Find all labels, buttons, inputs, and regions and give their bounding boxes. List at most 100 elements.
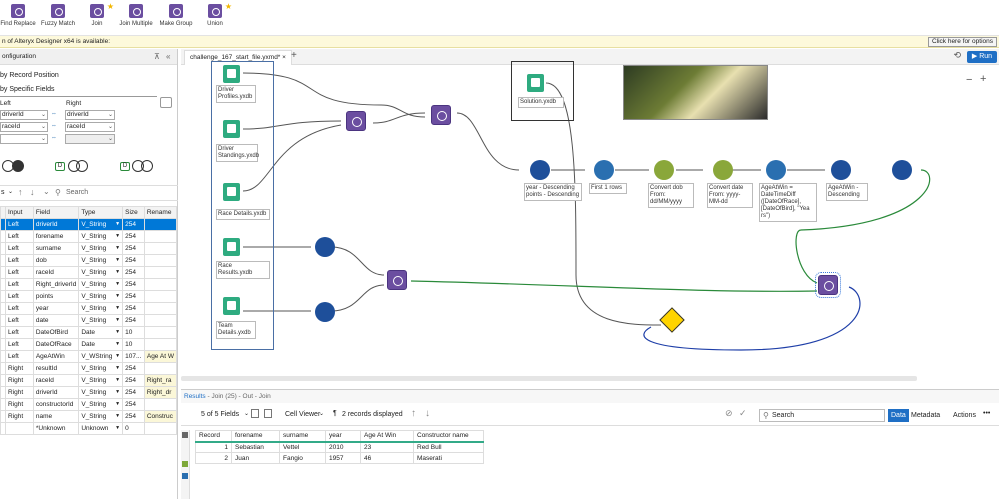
close-panel-icon[interactable]: «	[166, 49, 170, 65]
cell[interactable]: 10	[122, 338, 145, 351]
add-tab-button[interactable]: +	[291, 50, 297, 61]
cell[interactable]: constructorId	[32, 398, 80, 411]
column-header[interactable]: Input	[5, 206, 34, 219]
cell[interactable]: AgeAtWin	[32, 350, 80, 363]
cell[interactable]: Left	[5, 278, 34, 291]
option-specific-fields[interactable]: by Specific Fields	[0, 86, 54, 93]
cell[interactable]: V_String ▼	[78, 398, 124, 411]
cell[interactable]: 254	[122, 218, 145, 231]
cell[interactable]: raceId	[32, 266, 80, 279]
zoom-in-button[interactable]: +	[980, 73, 986, 85]
output-solution[interactable]	[527, 74, 544, 92]
table-row[interactable]: Left date V_String ▼ 254	[0, 314, 178, 327]
pin-icon[interactable]: ⊼	[154, 49, 160, 65]
join-node-selected[interactable]	[815, 272, 841, 298]
check-icon[interactable]: ✓	[739, 408, 747, 419]
cell[interactable]: name	[32, 410, 80, 423]
cell[interactable]	[143, 266, 178, 279]
table-icon[interactable]	[251, 409, 259, 418]
filter-node-1[interactable]	[315, 237, 335, 257]
cell[interactable]: V_String ▼	[78, 290, 124, 303]
table-row[interactable]: Right resultId V_String ▼ 254	[0, 362, 178, 375]
grid-search-input[interactable]: Search	[66, 189, 88, 196]
chevron-down-icon[interactable]: ▼	[115, 401, 120, 407]
cell[interactable]: 23	[360, 441, 414, 453]
cell[interactable]: 254	[122, 254, 145, 267]
cell[interactable]: 254	[122, 362, 145, 375]
column-header[interactable]: Age At Win	[360, 430, 414, 443]
tool-union[interactable]: ★ Union	[192, 2, 238, 27]
cell[interactable]: Fangio	[279, 452, 326, 464]
cell[interactable]: Left	[5, 242, 34, 255]
chevron-down-icon[interactable]: ▼	[115, 293, 120, 299]
table-row[interactable]: Right name V_String ▼ 254 Construc	[0, 410, 178, 423]
formula-node[interactable]	[766, 160, 786, 180]
cell[interactable]: 1957	[325, 452, 361, 464]
chevron-down-icon[interactable]: ▼	[115, 413, 120, 419]
cell[interactable]	[143, 242, 178, 255]
table-row[interactable]: Left DateOfRace Date ▼ 10	[0, 338, 178, 351]
paragraph-icon[interactable]: ¶	[333, 410, 337, 417]
table-row[interactable]: Left AgeAtWin V_WString ▼ 107... Age At W	[0, 350, 178, 363]
move-up-icon[interactable]: ↑	[18, 187, 23, 197]
join-node-2[interactable]	[431, 105, 451, 125]
cell[interactable]: 254	[122, 374, 145, 387]
table-row[interactable]: Left raceId V_String ▼ 254	[0, 266, 178, 279]
cell[interactable]: forename	[32, 230, 80, 243]
chevron-down-icon[interactable]: ▼	[115, 221, 120, 227]
cell[interactable]: Date ▼	[78, 326, 124, 339]
close-icon[interactable]: ×	[282, 54, 286, 61]
cell[interactable]: Left	[5, 290, 34, 303]
cell[interactable]: DateOfRace	[32, 338, 80, 351]
cell[interactable]	[143, 398, 178, 411]
chevron-down-icon[interactable]: ▼	[115, 377, 120, 383]
left-field-select-3[interactable]: ⌄	[0, 134, 48, 144]
cell[interactable]: Red Bull	[413, 441, 484, 453]
cell[interactable]: 107...	[122, 350, 145, 363]
cell[interactable]: 254	[122, 302, 145, 315]
chevron-down-icon[interactable]: ▼	[115, 317, 120, 323]
chevron-down-icon[interactable]: ▼	[115, 269, 120, 275]
cell[interactable]: Age At W	[143, 350, 178, 363]
column-header[interactable]: surname	[279, 430, 326, 443]
fields-menu[interactable]: s	[1, 189, 5, 196]
cell[interactable]: resultId	[32, 362, 80, 375]
cell[interactable]: V_String ▼	[78, 362, 124, 375]
zoom-out-button[interactable]: −	[966, 74, 972, 86]
table-row[interactable]: Left Right_driverId V_String ▼ 254	[0, 278, 178, 291]
cell[interactable]: 254	[122, 290, 145, 303]
cell[interactable]: dob	[32, 254, 80, 267]
right-field-select-3[interactable]: ⌄	[65, 134, 115, 144]
sort-node[interactable]	[530, 160, 550, 180]
grid-icon[interactable]	[182, 432, 188, 438]
column-header[interactable]: forename	[231, 430, 280, 443]
table-row[interactable]: 1 Sebastian Vettel 2010 23 Red Bull	[195, 441, 484, 453]
cell[interactable]: points	[32, 290, 80, 303]
join-node-1[interactable]	[346, 111, 366, 131]
cell[interactable]: V_String ▼	[78, 278, 124, 291]
column-header[interactable]: Constructor name	[413, 430, 484, 443]
cell[interactable]: V_String ▼	[78, 242, 124, 255]
chevron-down-icon[interactable]: ▼	[115, 329, 120, 335]
cell[interactable]	[143, 422, 178, 435]
datetime-node-1[interactable]	[654, 160, 674, 180]
venn-inner-icon[interactable]	[12, 160, 24, 172]
table-row[interactable]: Left forename V_String ▼ 254	[0, 230, 178, 243]
input-driver-standings[interactable]	[223, 120, 240, 138]
cell[interactable]: Left	[5, 254, 34, 267]
cell[interactable]: V_WString ▼	[78, 350, 124, 363]
table-row[interactable]: Right constructorId V_String ▼ 254	[0, 398, 178, 411]
cell[interactable]	[143, 290, 178, 303]
fields-count-dropdown[interactable]: 5 of 5 Fields	[201, 411, 239, 418]
cell[interactable]: Sebastian	[231, 441, 280, 453]
chevron-down-icon[interactable]: ⌄	[43, 187, 50, 196]
cell[interactable]: Construc	[143, 410, 178, 423]
workflow-canvas[interactable]: Driver Profiles.yxdb Driver Standings.yx…	[181, 61, 999, 387]
cell[interactable]: Right	[5, 386, 34, 399]
right-field-select-2[interactable]: raceId ⌄	[65, 122, 115, 132]
chevron-down-icon[interactable]: ▼	[115, 341, 120, 347]
cell[interactable]: Left	[5, 326, 34, 339]
cell[interactable]	[143, 362, 178, 375]
filter-node-2[interactable]	[315, 302, 335, 322]
cell[interactable]: Right	[5, 374, 34, 387]
